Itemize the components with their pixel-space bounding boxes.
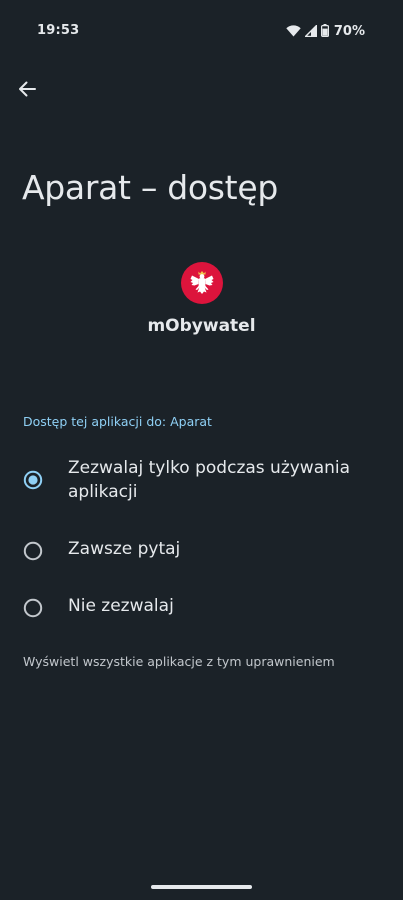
permission-screen: 19:53 70% Aparat – dostęp mObywatel Dost…: [0, 0, 403, 900]
back-button[interactable]: [14, 78, 40, 104]
signal-icon: [303, 22, 318, 41]
radio-unselected-icon[interactable]: [23, 598, 43, 618]
status-icons: 70%: [286, 23, 365, 40]
battery-icon: [320, 22, 329, 41]
status-time: 19:53: [37, 23, 80, 38]
option-label: Nie zezwalaj: [68, 596, 174, 616]
gesture-nav-handle[interactable]: [151, 885, 252, 889]
option-allow-while-using[interactable]: Zezwalaj tylko podczas używania aplikacj…: [0, 456, 403, 512]
section-header: Dostęp tej aplikacji do: Aparat: [23, 414, 212, 429]
app-icon: [181, 262, 223, 304]
option-always-ask[interactable]: Zawsze pytaj: [0, 537, 403, 565]
status-bar: 19:53 70%: [0, 0, 403, 64]
radio-unselected-icon[interactable]: [23, 541, 43, 561]
battery-percent: 70%: [333, 24, 365, 39]
option-deny[interactable]: Nie zezwalaj: [0, 594, 403, 622]
view-all-apps-link[interactable]: Wyświetl wszystkie aplikacje z tym upraw…: [23, 654, 335, 669]
radio-selected-icon[interactable]: [23, 470, 43, 490]
option-label: Zezwalaj tylko podczas używania aplikacj…: [68, 458, 351, 502]
app-name: mObywatel: [147, 316, 256, 336]
option-label: Zawsze pytaj: [68, 539, 181, 559]
page-title: Aparat – dostęp: [22, 168, 278, 207]
arrow-back-icon: [18, 81, 36, 101]
wifi-icon: [286, 22, 301, 41]
